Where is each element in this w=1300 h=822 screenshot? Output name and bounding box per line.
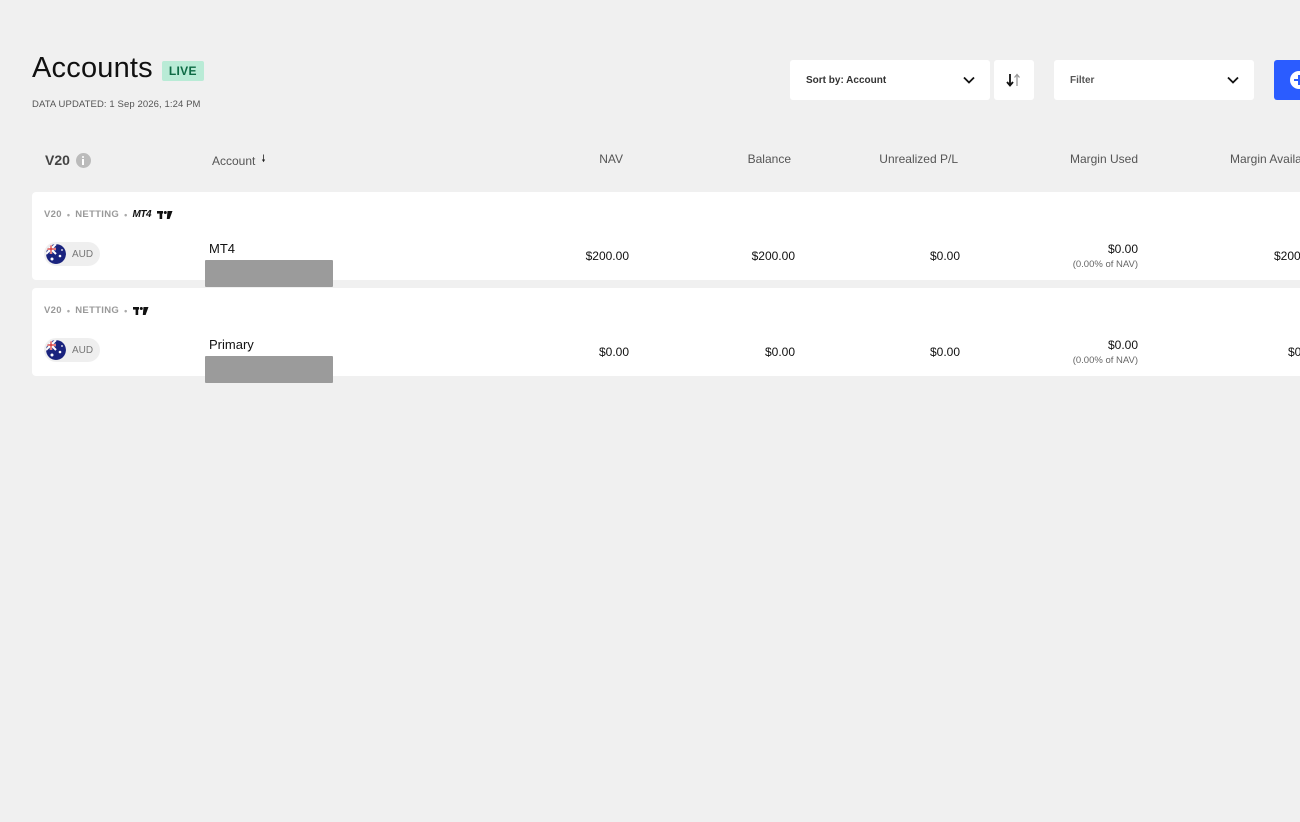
platform-label: V20 [44, 305, 62, 316]
mode-label: NETTING [75, 209, 120, 220]
group-header: V20 [45, 152, 91, 168]
account-card[interactable]: V20 • NETTING • AUD Primary $0.00 $0.00 … [32, 288, 1300, 383]
margin-used-value: $0.00 [1107, 338, 1138, 352]
accounts-page: Accounts LIVE DATA UPDATED: 1 Sep 2026, … [0, 0, 1300, 822]
sort-direction-button[interactable] [994, 60, 1034, 100]
separator-dot: • [124, 209, 128, 220]
nav-column-header[interactable]: NAV [599, 152, 623, 166]
sort-dropdown[interactable]: Sort by: Account [790, 60, 990, 100]
redacted-account-id [205, 356, 333, 383]
nav-value: $0.00 [598, 345, 629, 359]
balance-value: $200.00 [751, 249, 795, 263]
margin-available-column-header[interactable]: Margin Availa [1230, 152, 1300, 166]
add-account-button[interactable] [1274, 60, 1300, 100]
mode-label: NETTING [75, 305, 120, 316]
balance-value: $0.00 [764, 345, 795, 359]
separator-dot: • [66, 305, 71, 316]
chevron-down-icon [1227, 76, 1239, 84]
filter-dropdown-label: Filter [1070, 74, 1095, 86]
info-icon[interactable] [75, 152, 91, 168]
tradingview-logo-icon [132, 306, 149, 315]
account-meta: V20 • NETTING • [44, 305, 149, 316]
margin-used-cell: $0.00 (0.00% of NAV) [1073, 242, 1138, 270]
margin-used-value: $0.00 [1107, 242, 1138, 256]
account-column-header[interactable]: Account 🠗 [212, 152, 266, 169]
group-header-label: V20 [45, 152, 70, 168]
currency-code: AUD [72, 344, 94, 356]
page-title: Accounts [32, 52, 153, 84]
live-badge: LIVE [161, 60, 204, 81]
separator-dot: • [124, 305, 128, 316]
account-meta: V20 • NETTING • MT4 [44, 209, 173, 220]
account-name: MT4 [209, 241, 235, 256]
separator-dot: • [66, 209, 71, 220]
mt4-logo-icon: MT4 [132, 209, 152, 220]
sort-arrows-icon [1006, 73, 1020, 87]
tradingview-logo-icon [157, 210, 173, 219]
unrealized-value: $0.00 [929, 345, 960, 359]
currency-pill: AUD [44, 338, 100, 362]
nav-value: $200.00 [585, 249, 629, 263]
sort-dropdown-label: Sort by: Account [806, 74, 887, 86]
margin-available-value: $0 [1288, 345, 1300, 359]
data-updated-text: DATA UPDATED: 1 Sep 2026, 1:24 PM [32, 99, 201, 110]
margin-used-cell: $0.00 (0.00% of NAV) [1073, 338, 1138, 366]
balance-column-header[interactable]: Balance [748, 152, 791, 166]
unrealized-column-header[interactable]: Unrealized P/L [879, 152, 958, 166]
currency-code: AUD [72, 248, 94, 260]
account-column-label: Account [212, 153, 256, 168]
title-row: Accounts LIVE [32, 52, 204, 85]
filter-dropdown[interactable]: Filter [1054, 60, 1254, 100]
margin-used-percent: (0.00% of NAV) [1072, 355, 1138, 366]
plus-circle-icon [1290, 71, 1300, 89]
account-card[interactable]: V20 • NETTING • MT4 AUD MT4 $200.00 $200… [32, 192, 1300, 287]
platform-label: V20 [44, 209, 62, 220]
account-name: Primary [209, 337, 254, 352]
redacted-account-id [205, 260, 333, 287]
australia-flag-icon [46, 340, 66, 360]
margin-available-value: $200 [1274, 249, 1300, 263]
chevron-down-icon [963, 76, 975, 84]
currency-pill: AUD [44, 242, 100, 266]
margin-used-percent: (0.00% of NAV) [1072, 259, 1138, 270]
arrow-down-icon: 🠗 [261, 154, 266, 165]
unrealized-value: $0.00 [929, 249, 960, 263]
margin-used-column-header[interactable]: Margin Used [1070, 152, 1138, 166]
australia-flag-icon [46, 244, 66, 264]
